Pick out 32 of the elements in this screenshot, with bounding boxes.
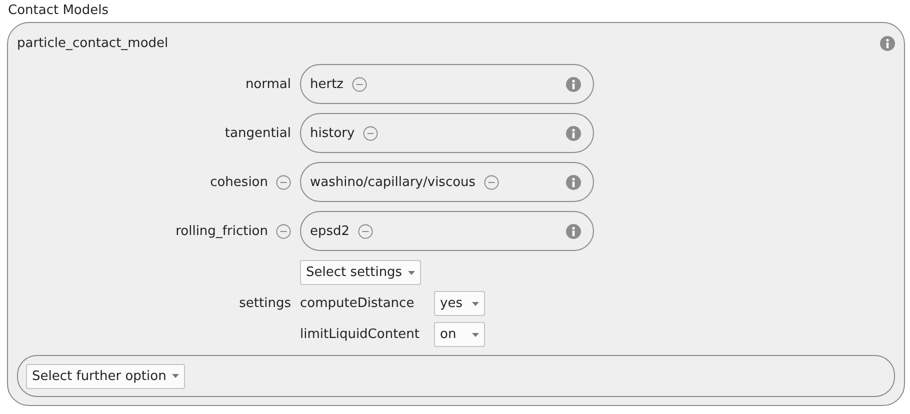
caret-icon xyxy=(408,270,416,274)
remove-icon[interactable] xyxy=(276,174,291,190)
field-label: tangential xyxy=(224,126,291,140)
value-field[interactable]: epsd2 xyxy=(300,211,594,251)
setting-label: limitLiquidContent xyxy=(300,327,421,342)
group-title: particle_contact_model xyxy=(17,36,168,50)
info-icon[interactable] xyxy=(566,174,581,190)
remove-icon[interactable] xyxy=(362,126,378,140)
caret-icon xyxy=(172,374,180,378)
field-label: cohesion xyxy=(210,174,268,190)
settings-dropdown[interactable]: Select settings xyxy=(300,260,422,285)
caret-icon xyxy=(472,332,479,336)
info-icon[interactable] xyxy=(880,36,895,50)
further-option-dropdown[interactable]: Select further option xyxy=(26,364,186,388)
remove-icon[interactable] xyxy=(484,174,499,190)
field-label: normal xyxy=(245,76,291,92)
section-title: Contact Models xyxy=(8,2,110,20)
info-icon[interactable] xyxy=(566,224,581,238)
field-label: settings xyxy=(239,296,291,311)
field-label: rolling_friction xyxy=(176,224,268,238)
info-icon[interactable] xyxy=(566,126,581,140)
remove-icon[interactable] xyxy=(358,224,373,238)
value-field[interactable]: washino/capillary/viscous xyxy=(300,162,594,202)
value-field[interactable]: hertz xyxy=(300,64,594,104)
setting-dropdown[interactable]: yes xyxy=(434,291,485,316)
remove-icon[interactable] xyxy=(276,224,291,238)
setting-label: computeDistance xyxy=(300,296,416,311)
remove-icon[interactable] xyxy=(352,76,367,92)
setting-dropdown[interactable]: on xyxy=(434,322,485,347)
value-field[interactable]: history xyxy=(300,113,594,153)
info-icon[interactable] xyxy=(566,76,581,92)
caret-icon xyxy=(472,302,479,306)
